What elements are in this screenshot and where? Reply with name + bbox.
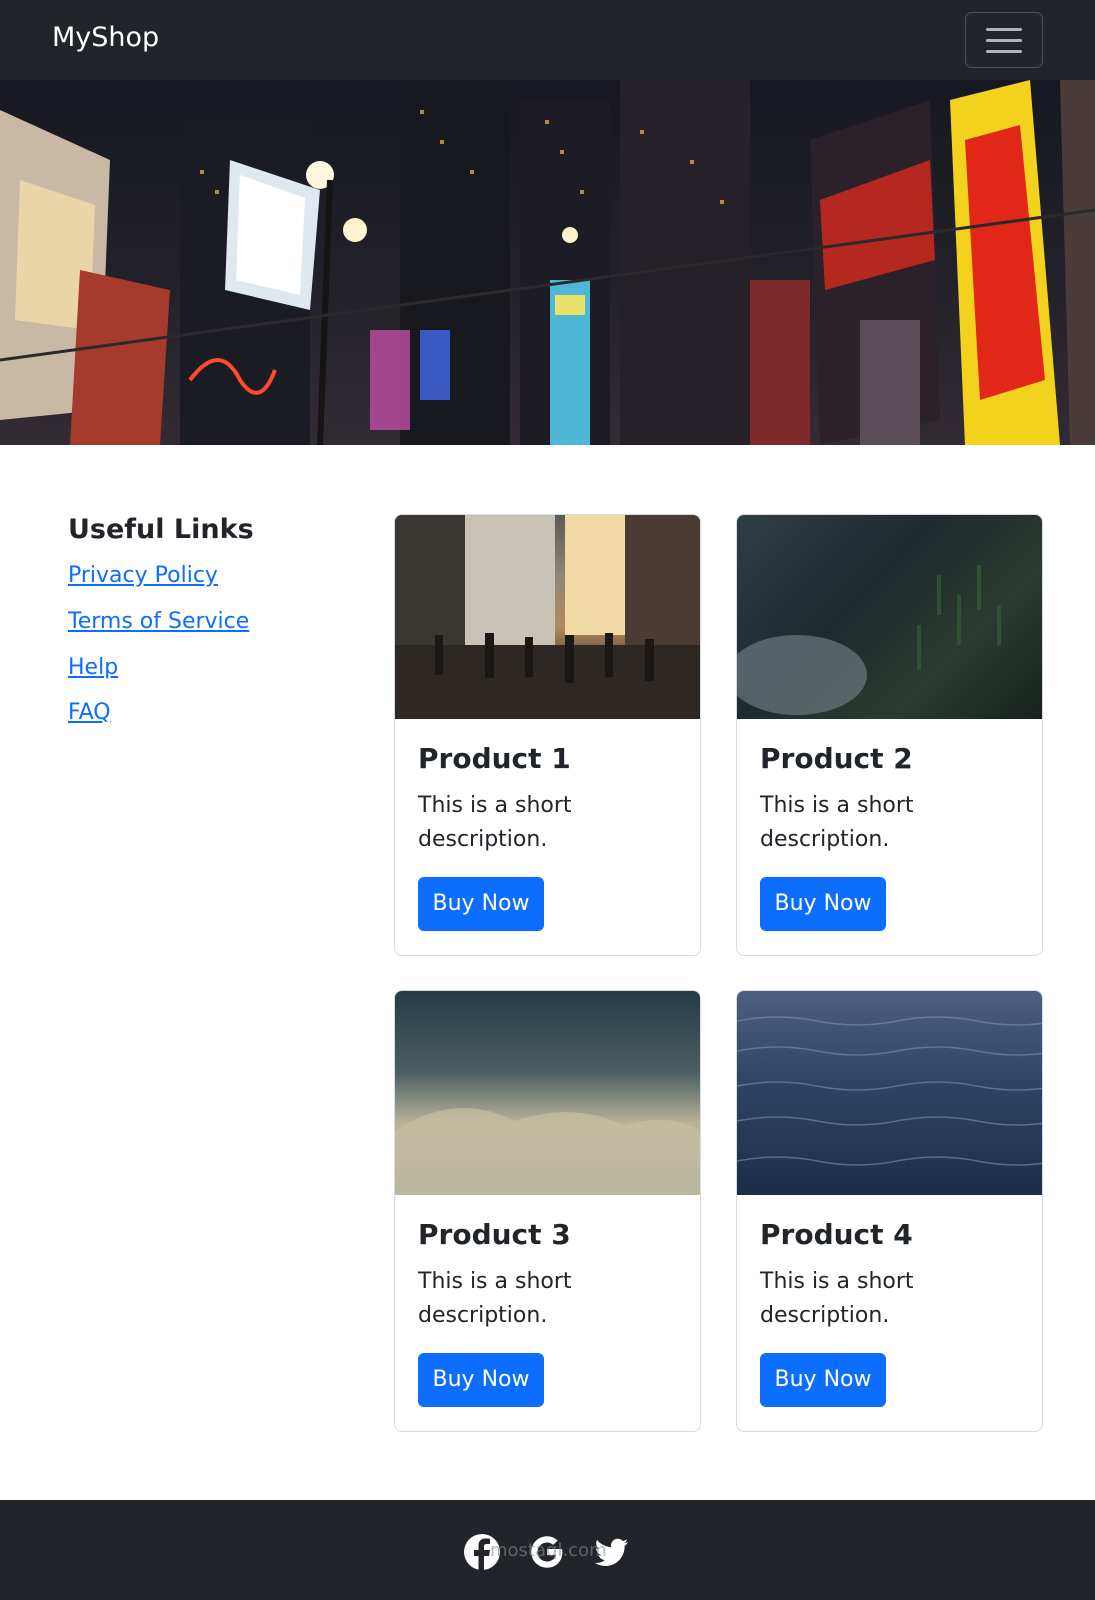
product-title: Product 2 [760, 742, 913, 775]
buy-now-button[interactable]: Buy Now [418, 1353, 544, 1407]
product-description: This is a short description. [418, 793, 572, 852]
buy-now-button[interactable]: Buy Now [760, 1353, 886, 1407]
brand-logo[interactable]: MyShop [52, 22, 159, 53]
hamburger-menu-icon-bar [986, 39, 1022, 42]
city-street-image-art [395, 515, 700, 719]
product-title: Product 1 [418, 742, 571, 775]
buy-now-button[interactable]: Buy Now [418, 877, 544, 931]
terms-of-service-link[interactable]: Terms of Service [68, 609, 249, 634]
hamburger-menu-icon-bar [986, 50, 1022, 53]
navbar: MyShop [0, 0, 1095, 80]
hero-banner-image [0, 80, 1095, 445]
product-description: This is a short description. [760, 1269, 914, 1328]
product-description: This is a short description. [418, 1269, 572, 1328]
buy-now-button[interactable]: Buy Now [760, 877, 886, 931]
hamburger-menu-icon [986, 28, 1022, 31]
sidebar-title: Useful Links [68, 514, 254, 545]
product-title: Product 4 [760, 1218, 913, 1251]
product-title: Product 3 [418, 1218, 571, 1251]
watermark: mostaql.com [490, 1540, 607, 1561]
cloudy-sky-image [395, 991, 700, 1195]
faq-link[interactable]: FAQ [68, 700, 111, 725]
product-card: Product 3 This is a short description. B… [394, 990, 701, 1432]
forest-landscape-image-art [737, 565, 1001, 715]
forest-landscape-image [737, 515, 1042, 719]
ocean-waves-image-art [737, 1016, 1042, 1166]
product-card: Product 4 This is a short description. B… [736, 990, 1043, 1432]
navbar-toggle-button[interactable] [965, 12, 1043, 68]
city-street-image [395, 515, 700, 719]
ocean-waves-image [737, 991, 1042, 1195]
product-card: Product 1 This is a short description. B… [394, 514, 701, 956]
product-card: Product 2 This is a short description. B… [736, 514, 1043, 956]
privacy-policy-link[interactable]: Privacy Policy [68, 563, 218, 588]
help-link[interactable]: Help [68, 655, 118, 680]
product-description: This is a short description. [760, 793, 914, 852]
city-night-banner-image [0, 80, 1095, 445]
cloudy-sky-image-art [395, 1108, 700, 1195]
